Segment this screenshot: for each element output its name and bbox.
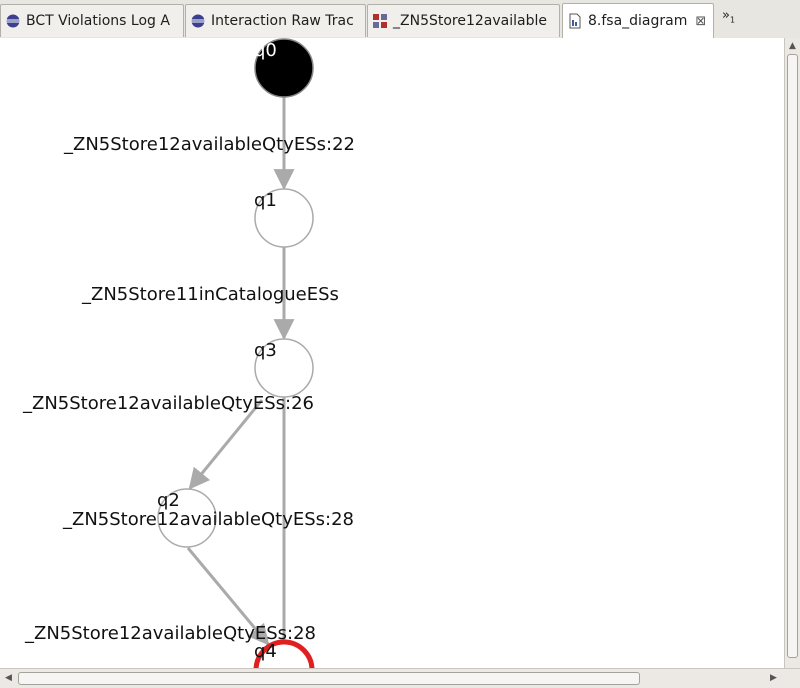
vertical-scrollbar[interactable]: ▲ bbox=[784, 38, 800, 668]
editor-tab-bar: BCT Violations Log A Interaction Raw Tra… bbox=[0, 0, 800, 39]
eclipse-icon bbox=[191, 14, 205, 28]
transition-label-q2-q4: _ZN5Store12availableQtyESs:28 bbox=[24, 623, 316, 644]
state-q0[interactable]: q0 bbox=[254, 38, 314, 98]
overflow-symbol: » bbox=[722, 8, 730, 23]
state-q4-label: q4 bbox=[254, 641, 277, 662]
close-icon[interactable]: ⊠ bbox=[695, 14, 706, 29]
state-q2-label: q2 bbox=[157, 490, 180, 511]
vertical-scroll-thumb[interactable] bbox=[787, 54, 798, 658]
diagram-file-icon bbox=[569, 13, 581, 29]
transition-label-q0-q1: _ZN5Store12availableQtyESs:22 bbox=[63, 134, 355, 155]
scroll-up-arrow-icon[interactable]: ▲ bbox=[789, 41, 796, 51]
state-q1[interactable]: q1 bbox=[254, 188, 314, 248]
tab-zn5store12available[interactable]: _ZN5Store12available bbox=[367, 4, 560, 37]
tab-label: _ZN5Store12available bbox=[393, 13, 547, 29]
overflow-count: 1 bbox=[729, 15, 736, 25]
tab-interaction-raw-trace[interactable]: Interaction Raw Trac bbox=[185, 4, 366, 37]
state-q3[interactable]: q3 bbox=[254, 338, 314, 398]
transition-label-q3-q4: _ZN5Store12availableQtyESs:28 bbox=[62, 509, 354, 530]
state-q0-label: q0 bbox=[254, 40, 277, 61]
fsa-diagram: q0 q1 q3 q2 q4 _ZN5Store12availableQtyES… bbox=[22, 38, 355, 668]
scroll-left-arrow-icon[interactable]: ◀ bbox=[5, 673, 12, 683]
tab-label: Interaction Raw Trac bbox=[211, 13, 354, 29]
transition-label-q1-q3: _ZN5Store11inCatalogueESs bbox=[81, 284, 339, 305]
eclipse-icon bbox=[6, 14, 20, 28]
horizontal-scroll-thumb[interactable] bbox=[18, 672, 640, 685]
tab-overflow-chevron-icon[interactable]: »1 bbox=[722, 8, 735, 25]
horizontal-scrollbar[interactable]: ◀ ▶ bbox=[0, 668, 800, 688]
fsa-diagram-canvas[interactable]: q0 q1 q3 q2 q4 _ZN5Store12availableQtyES… bbox=[0, 38, 784, 668]
fsa-editor-icon bbox=[373, 14, 387, 28]
scroll-right-arrow-icon[interactable]: ▶ bbox=[770, 673, 777, 683]
tab-label: BCT Violations Log A bbox=[26, 13, 170, 29]
tab-fsa-diagram[interactable]: 8.fsa_diagram ⊠ bbox=[562, 3, 714, 38]
transition-label-q3-q2: _ZN5Store12availableQtyESs:26 bbox=[22, 393, 314, 414]
tab-bct-violations-log[interactable]: BCT Violations Log A bbox=[0, 4, 184, 37]
state-q3-label: q3 bbox=[254, 340, 277, 361]
state-q1-label: q1 bbox=[254, 190, 277, 211]
state-q4[interactable]: q4 bbox=[253, 639, 315, 668]
tab-label: 8.fsa_diagram bbox=[588, 13, 688, 29]
